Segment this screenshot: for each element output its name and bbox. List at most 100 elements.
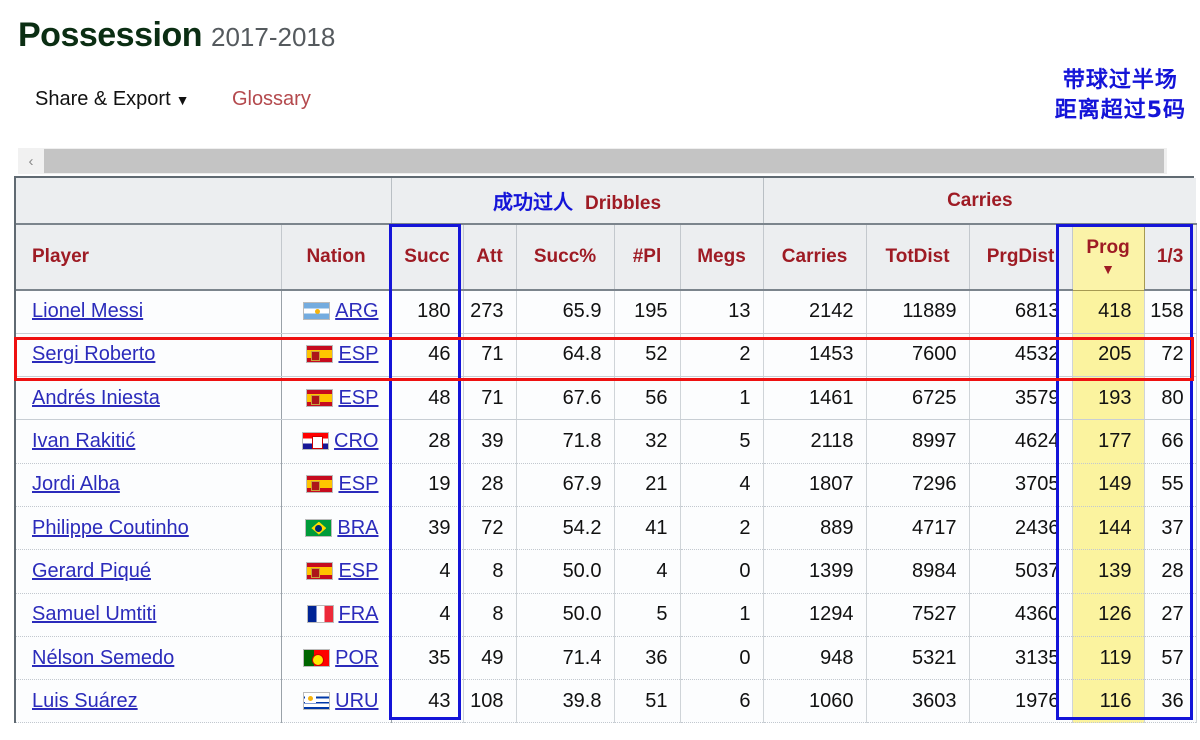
scrollbar-thumb[interactable] (44, 149, 1164, 173)
cell-succ: 4 (391, 549, 464, 594)
nation-link[interactable]: FRA (339, 603, 379, 625)
player-link[interactable]: Samuel Umtiti (32, 603, 156, 625)
cell-succ: 46 (391, 333, 464, 378)
season-range: 2017-2018 (210, 22, 336, 52)
cell-third: 37 (1144, 506, 1197, 551)
cell-prog: 119 (1072, 636, 1145, 681)
nation-link[interactable]: ESP (338, 560, 378, 582)
table-row[interactable]: Nélson Semedo POR 35 49 71.4 36 0 948 5321 3135 11… (16, 636, 1197, 681)
cell-third: 27 (1144, 593, 1197, 637)
cell-players-past: 36 (614, 636, 681, 681)
cell-megs: 0 (680, 636, 764, 681)
cell-carries: 2118 (763, 419, 867, 464)
group-header-row: 成功过人 Dribbles Carries (16, 178, 1197, 225)
nation-link[interactable]: ESP (338, 387, 378, 409)
col-header-prog[interactable]: Prog ▼ (1071, 223, 1145, 291)
cell-totdist: 7600 (866, 333, 970, 378)
nation-link[interactable]: ESP (338, 343, 378, 365)
nation-link[interactable]: ARG (335, 300, 378, 322)
cell-megs: 1 (680, 593, 764, 637)
player-link[interactable]: Sergi Roberto (32, 343, 155, 365)
player-link[interactable]: Lionel Messi (32, 300, 143, 322)
cell-succ: 48 (391, 376, 464, 421)
toolbar: Share & Export ▼ Glossary (35, 88, 311, 111)
nation-link[interactable]: URU (335, 690, 378, 712)
cell-att: 71 (463, 333, 517, 378)
cell-players-past: 195 (614, 290, 681, 334)
cell-prog: 126 (1072, 593, 1145, 637)
col-header-succ[interactable]: Succ (391, 224, 464, 291)
flag-icon-fra (306, 605, 334, 624)
table-row[interactable]: Jordi Alba ESP 19 28 67.9 21 4 1807 7296 3705 149 5… (16, 463, 1197, 507)
nation-link[interactable]: ESP (338, 473, 378, 495)
cell-nation: ARG (281, 290, 392, 334)
cell-prog: 193 (1072, 376, 1145, 421)
scroll-left-arrow-icon[interactable]: ‹ (18, 148, 44, 174)
group-header-carries[interactable]: Carries (763, 178, 1197, 225)
cell-carries: 1399 (763, 549, 867, 594)
cell-succ-pct: 50.0 (516, 549, 615, 594)
col-header-carries[interactable]: Carries (763, 224, 867, 291)
cell-megs: 5 (680, 419, 764, 464)
cell-player: Luis Suárez (16, 679, 282, 724)
col-header-megs[interactable]: Megs (680, 224, 764, 291)
player-link[interactable]: Nélson Semedo (32, 647, 174, 669)
sort-descending-icon: ▼ (1101, 261, 1115, 278)
cell-prog: 205 (1072, 333, 1145, 378)
nation-link[interactable]: CRO (334, 430, 378, 452)
player-link[interactable]: Philippe Coutinho (32, 517, 189, 539)
cell-succ: 4 (391, 593, 464, 637)
cell-carries: 948 (763, 636, 867, 681)
col-header-player[interactable]: Player (16, 224, 282, 291)
cell-player: Gerard Piqué (16, 549, 282, 594)
cell-player: Samuel Umtiti (16, 593, 282, 637)
col-header-nation[interactable]: Nation (281, 224, 392, 291)
cell-succ-pct: 67.9 (516, 463, 615, 507)
col-header-succ-pct[interactable]: Succ% (516, 224, 615, 291)
cell-megs: 1 (680, 376, 764, 421)
cell-player: Sergi Roberto (16, 333, 282, 378)
table-row[interactable]: Luis Suárez URU 43 108 39.8 51 6 1060 3603 1976 11… (16, 679, 1197, 724)
col-header-prgdist[interactable]: PrgDist (969, 224, 1073, 291)
cell-prgdist: 6813 (969, 290, 1073, 334)
player-link[interactable]: Jordi Alba (32, 473, 120, 495)
nation-link[interactable]: BRA (337, 517, 378, 539)
cell-nation: ESP (281, 549, 392, 594)
flag-icon-esp (306, 388, 334, 407)
table-row[interactable]: Sergi Roberto ESP 46 71 64.8 52 2 1453 7600 4532 2… (16, 333, 1197, 378)
cell-player: Nélson Semedo (16, 636, 282, 681)
cell-players-past: 41 (614, 506, 681, 551)
cell-succ-pct: 65.9 (516, 290, 615, 334)
cell-megs: 4 (680, 463, 764, 507)
glossary-link[interactable]: Glossary (232, 88, 311, 111)
cell-carries: 1461 (763, 376, 867, 421)
share-export-button[interactable]: Share & Export ▼ (35, 88, 189, 111)
col-header-totdist[interactable]: TotDist (866, 224, 970, 291)
player-link[interactable]: Luis Suárez (32, 690, 138, 712)
player-link[interactable]: Ivan Rakitić (32, 430, 135, 452)
table-row[interactable]: Lionel Messi ARG 180 273 65.9 195 13 2142 11889 6… (16, 290, 1197, 334)
table-row[interactable]: Ivan Rakitić CRO 28 39 71.8 32 5 2118 8997 4624 17… (16, 419, 1197, 464)
flag-icon-arg (303, 302, 331, 321)
horizontal-scrollbar[interactable]: ‹ (18, 148, 1193, 174)
cell-megs: 6 (680, 679, 764, 724)
group-header-dribbles[interactable]: 成功过人 Dribbles (391, 178, 764, 225)
table-row[interactable]: Philippe Coutinho BRA 39 72 54.2 41 2 889 4717 24… (16, 506, 1197, 551)
table-row[interactable]: Gerard Piqué ESP 4 8 50.0 4 0 1399 8984 5037 139 28 (16, 549, 1197, 594)
cell-third: 36 (1144, 679, 1197, 724)
player-link[interactable]: Andrés Iniesta (32, 387, 160, 409)
cell-totdist: 3603 (866, 679, 970, 724)
cell-third: 80 (1144, 376, 1197, 421)
col-header-att[interactable]: Att (463, 224, 517, 291)
cell-prog: 418 (1072, 290, 1145, 334)
nation-link[interactable]: POR (335, 647, 378, 669)
table-row[interactable]: Samuel Umtiti FRA 4 8 50.0 5 1 1294 7527 4360 126 2… (16, 593, 1197, 637)
col-header-players-past[interactable]: #Pl (614, 224, 681, 291)
player-link[interactable]: Gerard Piqué (32, 560, 151, 582)
annotation-dribbles-cn: 成功过人 (493, 190, 573, 214)
cell-players-past: 5 (614, 593, 681, 637)
cell-totdist: 8984 (866, 549, 970, 594)
table-row[interactable]: Andrés Iniesta ESP 48 71 67.6 56 1 1461 6725 3579… (16, 376, 1197, 421)
cell-att: 49 (463, 636, 517, 681)
col-header-third[interactable]: 1/3 (1144, 224, 1197, 291)
